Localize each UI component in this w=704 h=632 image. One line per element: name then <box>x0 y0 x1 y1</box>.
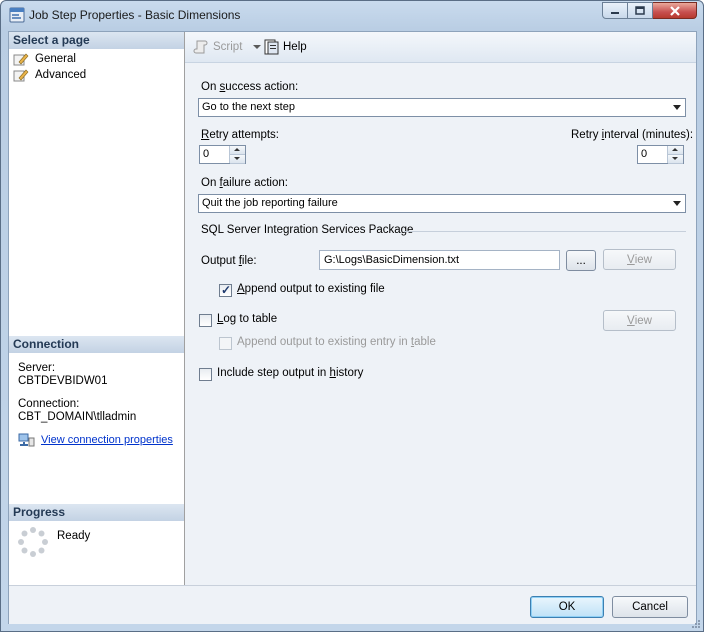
minimize-icon <box>611 11 619 14</box>
spin-buttons[interactable] <box>667 146 683 164</box>
close-icon <box>669 5 680 16</box>
output-file-label: Output file: <box>201 255 257 267</box>
connection-properties-icon <box>18 433 35 447</box>
connection-value: CBT_DOMAIN\tlladmin <box>18 411 137 423</box>
help-label: Help <box>283 41 307 53</box>
app-icon <box>9 7 25 23</box>
script-label: Script <box>213 41 243 53</box>
dialog-client: Select a page General Advanced Connectio… <box>8 31 697 624</box>
include-history-label: Include step output in history <box>217 367 364 379</box>
close-button[interactable] <box>653 2 697 19</box>
ssis-group-title: SQL Server Integration Services Package <box>201 224 414 236</box>
server-label: Server: <box>18 362 56 374</box>
on-success-dropdown[interactable]: Go to the next step <box>198 98 686 117</box>
page-item-general[interactable]: General <box>13 51 76 66</box>
window-controls <box>602 2 697 20</box>
log-to-table-checkbox[interactable] <box>199 314 212 327</box>
spin-buttons[interactable] <box>229 146 245 164</box>
server-value: CBTDEVBIDW01 <box>18 375 108 387</box>
dialog-footer: OK Cancel <box>9 585 696 624</box>
title-bar[interactable]: Job Step Properties - Basic Dimensions <box>1 1 703 29</box>
script-button[interactable]: Script <box>193 39 264 55</box>
checkmark-icon: ✓ <box>221 283 232 297</box>
right-pane: Script Help On success action: Go to the… <box>185 32 696 585</box>
append-output-checkbox[interactable]: ✓ <box>219 283 232 297</box>
page-icon <box>13 53 29 65</box>
append-entry-checkbox[interactable] <box>219 337 232 350</box>
connection-header: Connection <box>9 336 184 353</box>
on-failure-label: On failure action: <box>201 177 288 189</box>
script-icon <box>193 40 208 54</box>
advanced-page-content: On success action: Go to the next step R… <box>185 63 696 585</box>
view-table-button[interactable]: View <box>603 310 676 331</box>
view-connection-properties[interactable]: View connection properties <box>18 433 173 447</box>
page-item-label: Advanced <box>35 68 87 81</box>
resize-grip-icon[interactable] <box>691 619 701 629</box>
help-button[interactable]: Help <box>263 39 307 55</box>
append-entry-label: Append output to existing entry in table <box>237 336 436 348</box>
page-item-label: General <box>35 52 76 65</box>
chevron-down-icon <box>673 105 681 110</box>
maximize-icon <box>635 6 645 15</box>
spin-up-icon[interactable] <box>230 146 245 155</box>
spin-down-icon[interactable] <box>668 155 683 164</box>
ok-button[interactable]: OK <box>530 596 604 618</box>
retry-interval-spinner[interactable]: 0 <box>637 145 684 164</box>
select-page-header: Select a page <box>9 32 184 49</box>
progress-header: Progress <box>9 504 184 521</box>
spin-down-icon[interactable] <box>230 155 245 164</box>
retry-attempts-label: Retry attempts: <box>201 129 279 141</box>
connection-label: Connection: <box>18 398 80 410</box>
on-success-value: Go to the next step <box>202 101 295 113</box>
maximize-button[interactable] <box>628 2 653 19</box>
spin-up-icon[interactable] <box>668 146 683 155</box>
log-to-table-label: Log to table <box>217 313 278 325</box>
on-failure-value: Quit the job reporting failure <box>202 197 338 209</box>
cancel-button[interactable]: Cancel <box>612 596 688 618</box>
output-file-input[interactable]: G:\Logs\BasicDimension.txt <box>319 250 560 270</box>
page-icon <box>13 69 29 81</box>
window-title: Job Step Properties - Basic Dimensions <box>29 8 241 22</box>
page-item-advanced[interactable]: Advanced <box>13 67 86 82</box>
retry-interval-label: Retry interval (minutes): <box>571 129 694 141</box>
retry-attempts-value: 0 <box>203 148 210 160</box>
view-output-button[interactable]: View <box>603 249 676 270</box>
progress-status: Ready <box>57 530 91 542</box>
append-output-label: Append output to existing file <box>237 283 385 295</box>
progress-spinner-icon <box>18 527 48 557</box>
on-success-label: On success action: <box>201 81 299 93</box>
group-divider <box>404 231 686 232</box>
retry-attempts-spinner[interactable]: 0 <box>199 145 246 164</box>
browse-button[interactable]: ... <box>566 250 596 271</box>
minimize-button[interactable] <box>602 2 628 19</box>
include-history-checkbox[interactable] <box>199 368 212 381</box>
left-pane: Select a page General Advanced Connectio… <box>9 32 185 585</box>
view-connection-link[interactable]: View connection properties <box>41 434 173 446</box>
help-icon <box>264 39 279 55</box>
retry-interval-value: 0 <box>641 148 648 160</box>
on-failure-dropdown[interactable]: Quit the job reporting failure <box>198 194 686 213</box>
dialog-window: Job Step Properties - Basic Dimensions S… <box>0 0 704 632</box>
toolbar: Script Help <box>185 32 696 63</box>
chevron-down-icon <box>673 201 681 206</box>
